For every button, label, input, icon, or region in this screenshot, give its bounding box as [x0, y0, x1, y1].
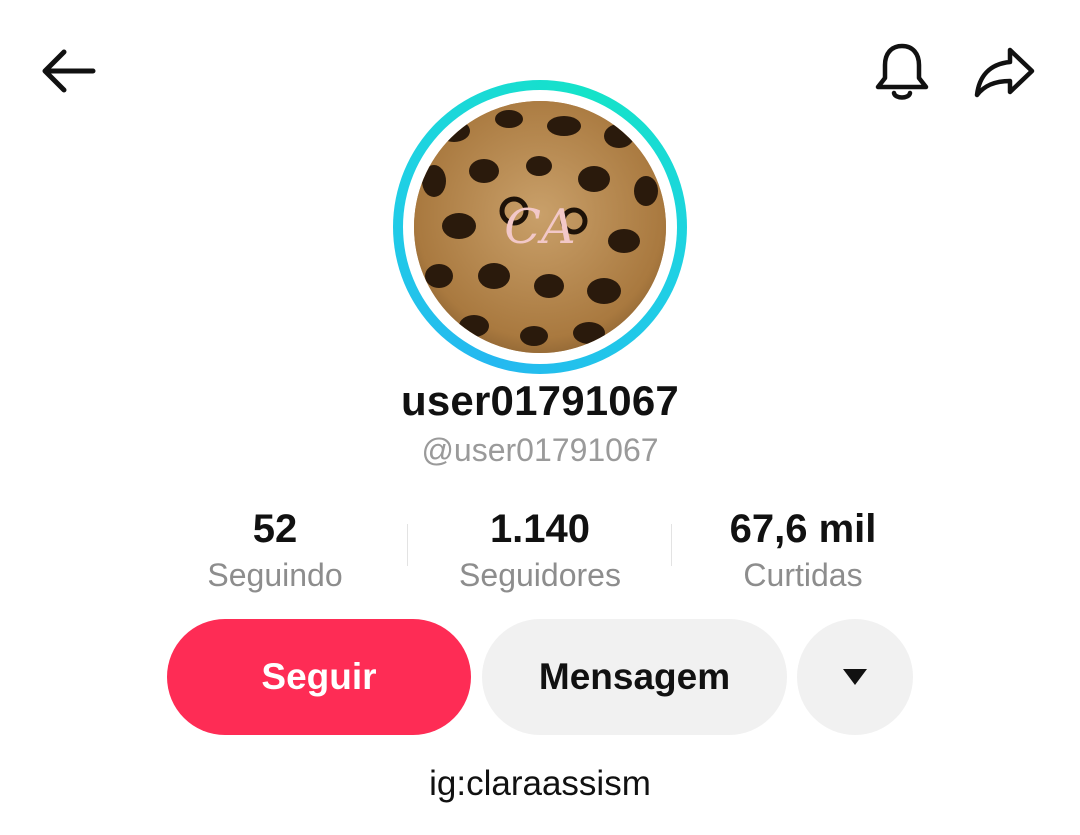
bell-icon: [875, 43, 929, 100]
share-arrow-icon: [974, 47, 1035, 98]
stat-likes-count: 67,6 mil: [729, 507, 877, 551]
stat-divider: [671, 524, 672, 566]
arrow-left-icon: [42, 49, 96, 93]
stat-likes: 67,6 mil Curtidas: [673, 505, 933, 597]
stat-divider: [407, 524, 408, 566]
stat-followers[interactable]: 1.140 Seguidores: [410, 505, 670, 597]
notification-bell-button[interactable]: [866, 36, 938, 108]
stat-following[interactable]: 52 Seguindo: [145, 505, 405, 597]
avatar-monogram: CA: [504, 199, 575, 255]
stat-following-count: 52: [252, 507, 298, 551]
profile-page: CA user01791067 @user01791067 52 Seguind…: [0, 0, 1080, 835]
message-button[interactable]: Mensagem: [482, 619, 787, 735]
username-handle: @user01791067: [421, 432, 659, 468]
stat-likes-label: Curtidas: [743, 557, 863, 593]
stat-followers-count: 1.140: [489, 507, 591, 551]
leopard-print-avatar-image: CA: [414, 101, 666, 353]
avatar[interactable]: CA: [414, 101, 666, 353]
back-button[interactable]: [30, 38, 104, 104]
display-name: user01791067: [401, 377, 679, 424]
follow-button[interactable]: Seguir: [167, 619, 471, 735]
share-button[interactable]: [966, 36, 1042, 108]
triangle-down-icon: [843, 669, 867, 685]
avatar-ring: CA: [393, 80, 687, 374]
stat-followers-label: Seguidores: [459, 557, 621, 593]
stat-following-label: Seguindo: [207, 557, 343, 593]
bio-text: ig:claraassism: [429, 764, 651, 803]
more-options-button[interactable]: [797, 619, 913, 735]
